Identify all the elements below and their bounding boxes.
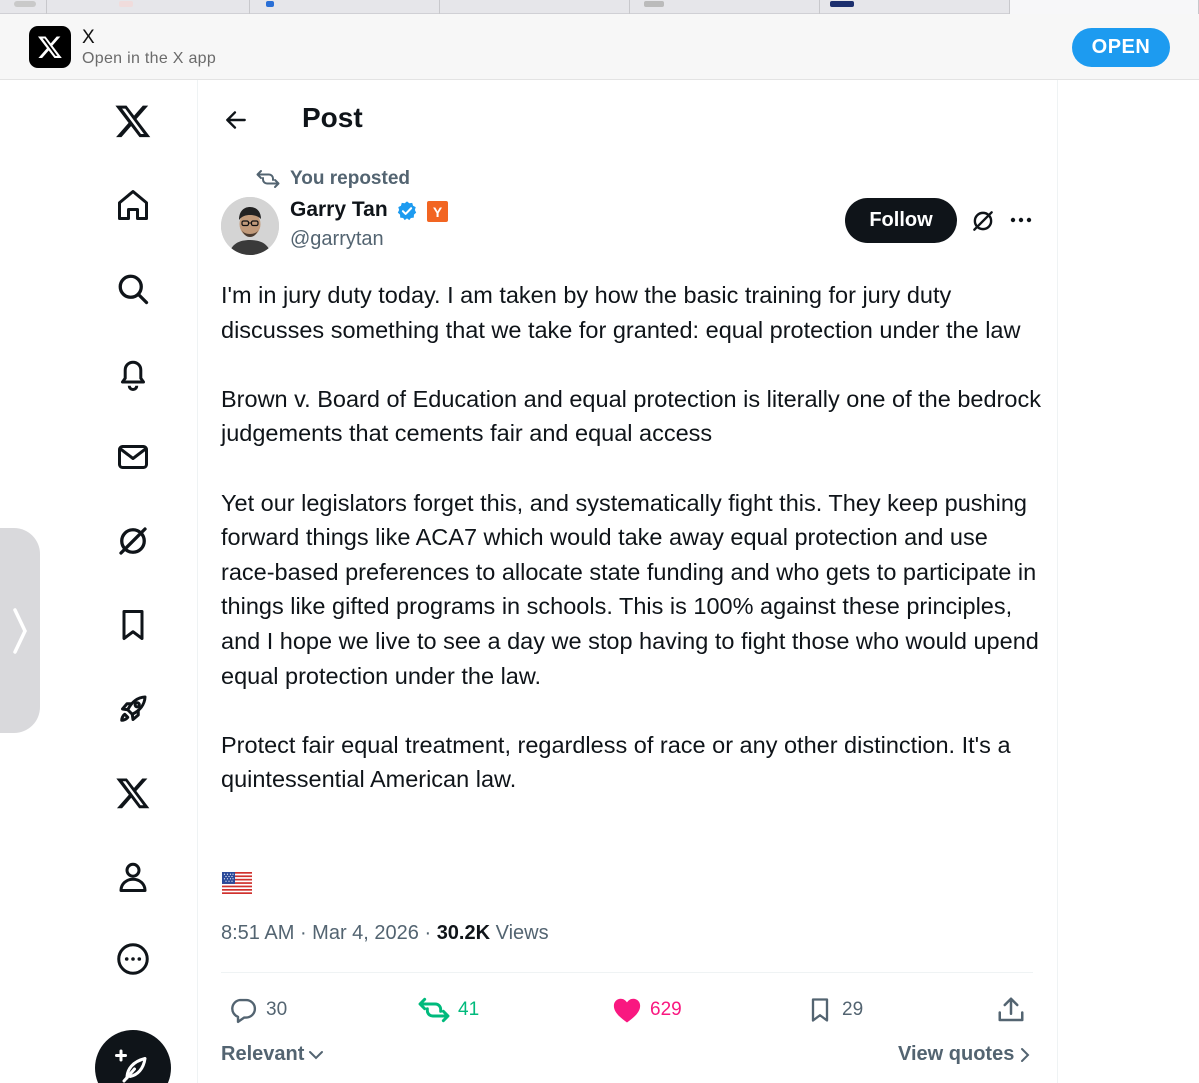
- premium-x-icon[interactable]: [106, 766, 160, 820]
- browser-tab[interactable]: [820, 0, 1010, 14]
- repost-count: 41: [458, 999, 480, 1020]
- bookmark-icon: [811, 998, 829, 1022]
- repost-icon: [418, 997, 450, 1023]
- post-time[interactable]: 8:51 AM: [221, 922, 294, 944]
- side-panel-handle[interactable]: [0, 528, 40, 733]
- app-subtitle: Open in the X app: [82, 50, 217, 67]
- rocket-icon[interactable]: [106, 682, 160, 736]
- views-label: Views: [495, 922, 549, 944]
- open-in-app-banner: X Open in the X app OPEN: [0, 14, 1199, 80]
- browser-tab[interactable]: [0, 0, 47, 14]
- browser-tab[interactable]: [47, 0, 250, 14]
- back-arrow-icon: [226, 111, 246, 129]
- reply-button[interactable]: 30: [228, 990, 287, 1030]
- x-app-icon[interactable]: [29, 26, 71, 68]
- meta-separator: ·: [424, 922, 437, 944]
- post-paragraph: Protect fair equal treatment, regardless…: [221, 731, 1011, 793]
- page-title: Post: [302, 102, 363, 133]
- verified-badge-icon: [396, 200, 418, 227]
- back-arrow-button[interactable]: [218, 102, 254, 138]
- affiliate-badge[interactable]: Y: [427, 201, 448, 222]
- follow-button[interactable]: Follow: [845, 198, 957, 243]
- repost-icon: [256, 170, 280, 188]
- browser-tab-active[interactable]: [1010, 0, 1199, 14]
- like-button[interactable]: 629: [612, 990, 682, 1030]
- column-divider: [1057, 80, 1058, 1083]
- heart-filled-icon: [613, 998, 641, 1023]
- repost-label: You reposted: [290, 168, 410, 189]
- post-paragraph: I'm in jury duty today. I am taken by ho…: [221, 282, 1021, 343]
- repost-button[interactable]: 41: [418, 990, 479, 1030]
- more-options-button[interactable]: [1006, 205, 1036, 235]
- sort-replies-dropdown[interactable]: Relevant: [221, 1043, 324, 1066]
- like-count: 629: [650, 999, 682, 1020]
- more-dots-icon: [1010, 217, 1032, 223]
- search-icon[interactable]: [106, 262, 160, 316]
- column-divider: [197, 80, 198, 1083]
- view-quotes-label: View quotes: [898, 1043, 1015, 1065]
- share-button[interactable]: [996, 990, 1026, 1030]
- more-circle-icon[interactable]: [106, 932, 160, 986]
- reply-count: 30: [266, 999, 288, 1020]
- x-logo-icon[interactable]: [106, 94, 160, 148]
- post-actions-bar: 30 41 629 29: [0, 990, 1199, 1030]
- view-quotes-link[interactable]: View quotes: [898, 1043, 1030, 1066]
- author-handle[interactable]: @garrytan: [290, 228, 384, 251]
- browser-tab-strip: [0, 0, 1199, 14]
- bookmarks-icon[interactable]: [106, 598, 160, 652]
- post-paragraph: Brown v. Board of Education and equal pr…: [221, 385, 1041, 447]
- post-meta: 8:51 AM · Mar 4, 2026 · 30.2K Views: [221, 922, 549, 945]
- browser-tab[interactable]: [630, 0, 820, 14]
- sort-label: Relevant: [221, 1043, 305, 1065]
- views-count: 30.2K: [436, 922, 491, 944]
- post-date[interactable]: Mar 4, 2026: [312, 922, 419, 944]
- bookmark-button[interactable]: 29: [806, 990, 863, 1030]
- author-name[interactable]: Garry Tan: [290, 198, 388, 222]
- reply-icon: [231, 998, 257, 1024]
- messages-envelope-icon[interactable]: [106, 430, 160, 484]
- browser-tab[interactable]: [250, 0, 440, 14]
- open-app-button[interactable]: OPEN: [1072, 28, 1170, 67]
- post-paragraph: Yet our legislators forget this, and sys…: [221, 489, 1039, 689]
- share-upload-icon: [998, 997, 1024, 1022]
- grok-explain-button[interactable]: [967, 205, 999, 237]
- divider: [221, 972, 1033, 973]
- chevron-right-icon: [1021, 1047, 1030, 1062]
- chevron-down-icon: [309, 1050, 324, 1059]
- repost-indicator: You reposted: [256, 168, 410, 190]
- browser-tab[interactable]: [440, 0, 630, 14]
- profile-icon[interactable]: [106, 850, 160, 904]
- us-flag-emoji-icon: [222, 872, 252, 894]
- home-icon[interactable]: [106, 178, 160, 232]
- bookmark-count: 29: [842, 999, 864, 1020]
- grok-icon: [973, 211, 993, 231]
- app-name: X: [82, 27, 95, 48]
- avatar[interactable]: [221, 197, 279, 255]
- notifications-bell-icon[interactable]: [106, 346, 160, 400]
- chevron-right-icon: [13, 608, 27, 654]
- grok-icon[interactable]: [106, 514, 160, 568]
- post-text: I'm in jury duty today. I am taken by ho…: [221, 278, 1041, 832]
- feather-plus-icon: [115, 1049, 147, 1083]
- meta-separator: ·: [299, 922, 313, 944]
